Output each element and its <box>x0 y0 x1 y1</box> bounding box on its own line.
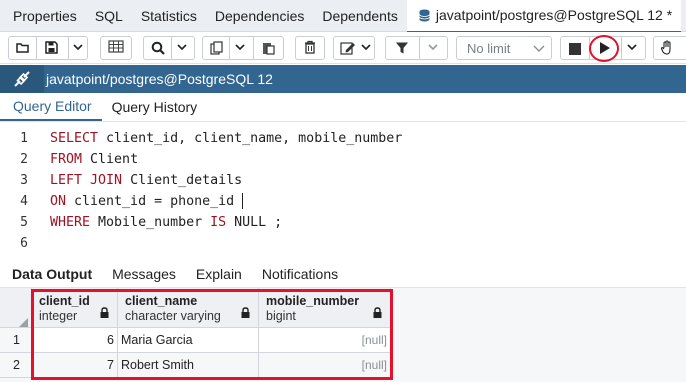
clipboard-button-group <box>202 36 284 60</box>
filter-icon[interactable] <box>395 41 409 58</box>
code-line: ON client_id = phone_id <box>50 191 402 212</box>
open-folder-icon[interactable] <box>16 41 30 57</box>
trash-icon <box>304 40 316 57</box>
code-area[interactable]: SELECT client_id, client_name, mobile_nu… <box>50 128 402 254</box>
result-highlight-box <box>31 289 393 380</box>
row-number[interactable]: 2 <box>0 353 32 378</box>
line-number: 6 <box>20 236 28 251</box>
tab-dependencies[interactable]: Dependencies <box>206 0 314 32</box>
pencil-icon <box>340 41 356 58</box>
code-line: FROM Client <box>50 149 402 170</box>
line-number: 3 <box>20 173 28 188</box>
editor-tab-bar: Query Editor Query History <box>0 94 686 122</box>
chevron-down-icon[interactable] <box>177 40 187 57</box>
execute-highlight-circle <box>589 35 619 62</box>
tab-statistics[interactable]: Statistics <box>132 0 206 32</box>
file-button-group <box>8 36 88 60</box>
sql-text: Client <box>82 152 139 167</box>
tab-query-tool[interactable]: javatpoint/postgres@PostgreSQL 12 * <box>406 0 682 33</box>
code-line: LEFT JOIN Client_details <box>50 170 402 191</box>
save-icon[interactable] <box>45 41 58 57</box>
chevron-down-icon[interactable] <box>627 40 637 57</box>
chevron-down-icon <box>361 40 371 57</box>
stop-icon[interactable] <box>569 42 581 58</box>
tab-data-output[interactable]: Data Output <box>0 266 102 282</box>
sql-text: NULL ; <box>226 215 283 230</box>
hand-icon <box>660 40 674 59</box>
tab-query-tool-label: javatpoint/postgres@PostgreSQL 12 * <box>435 7 673 23</box>
paste-icon[interactable] <box>262 41 275 58</box>
line-number: 1 <box>20 131 28 146</box>
sql-keyword: LEFT JOIN <box>50 173 123 188</box>
tab-messages[interactable]: Messages <box>102 266 186 282</box>
chevron-down-icon[interactable] <box>235 40 245 57</box>
tab-notifications[interactable]: Notifications <box>252 266 348 282</box>
connection-label: javatpoint/postgres@PostgreSQL 12 <box>46 71 273 87</box>
line-number: 2 <box>20 152 28 167</box>
connection-bar: javatpoint/postgres@PostgreSQL 12 <box>0 65 686 93</box>
table-icon <box>108 40 124 56</box>
tab-properties[interactable]: Properties <box>0 0 86 32</box>
grid-corner[interactable] <box>0 288 32 328</box>
line-number: 5 <box>20 215 28 230</box>
database-icon <box>418 9 430 22</box>
text-cursor <box>242 193 244 209</box>
tab-dependents[interactable]: Dependents <box>313 0 407 32</box>
line-number-gutter: 1 2 3 4 5 6 <box>0 128 38 254</box>
code-line: WHERE Mobile_number IS NULL ; <box>50 212 402 233</box>
select-all-icon <box>19 318 28 327</box>
sql-keyword: ON <box>50 194 67 209</box>
row-number[interactable]: 1 <box>0 328 32 353</box>
sql-keyword: WHERE <box>50 215 91 230</box>
find-button-group <box>143 36 195 60</box>
sql-text: client_id, client_name, mobile_number <box>98 131 403 146</box>
tab-explain[interactable]: Explain <box>186 266 252 282</box>
delete-button[interactable] <box>295 36 325 60</box>
sql-editor[interactable]: 1 2 3 4 5 6 SELECT client_id, client_nam… <box>0 122 686 260</box>
edit-button[interactable] <box>333 36 375 60</box>
output-tab-bar: Data Output Messages Explain Notificatio… <box>0 260 686 288</box>
top-tab-bar: Properties SQL Statistics Dependencies D… <box>0 0 686 33</box>
tab-sql[interactable]: SQL <box>86 0 132 32</box>
filter-button-group <box>385 36 448 60</box>
grid-view-button[interactable] <box>100 36 132 60</box>
sql-keyword: FROM <box>50 152 83 167</box>
line-number: 4 <box>20 194 28 209</box>
chevron-down-icon[interactable] <box>73 40 83 57</box>
tab-query-history[interactable]: Query History <box>102 93 208 121</box>
search-icon[interactable] <box>151 41 165 58</box>
code-line: SELECT client_id, client_name, mobile_nu… <box>50 128 402 149</box>
sql-keyword: IS <box>210 215 227 230</box>
sql-text: Mobile_number <box>90 215 211 230</box>
row-limit-select[interactable]: No limit <box>456 36 552 60</box>
chevron-down-icon[interactable] <box>428 40 438 57</box>
sql-text: Client_details <box>122 173 243 188</box>
pan-button[interactable] <box>653 36 686 60</box>
query-toolbar: No limit <box>0 32 686 64</box>
tab-query-editor[interactable]: Query Editor <box>0 93 102 121</box>
sql-keyword: SELECT <box>50 131 99 146</box>
copy-icon[interactable] <box>210 41 224 58</box>
connection-status-icon[interactable] <box>0 65 44 93</box>
row-limit-value: No limit <box>467 40 511 56</box>
chevron-down-icon <box>533 41 545 58</box>
sql-text: client_id = phone_id <box>66 194 235 209</box>
